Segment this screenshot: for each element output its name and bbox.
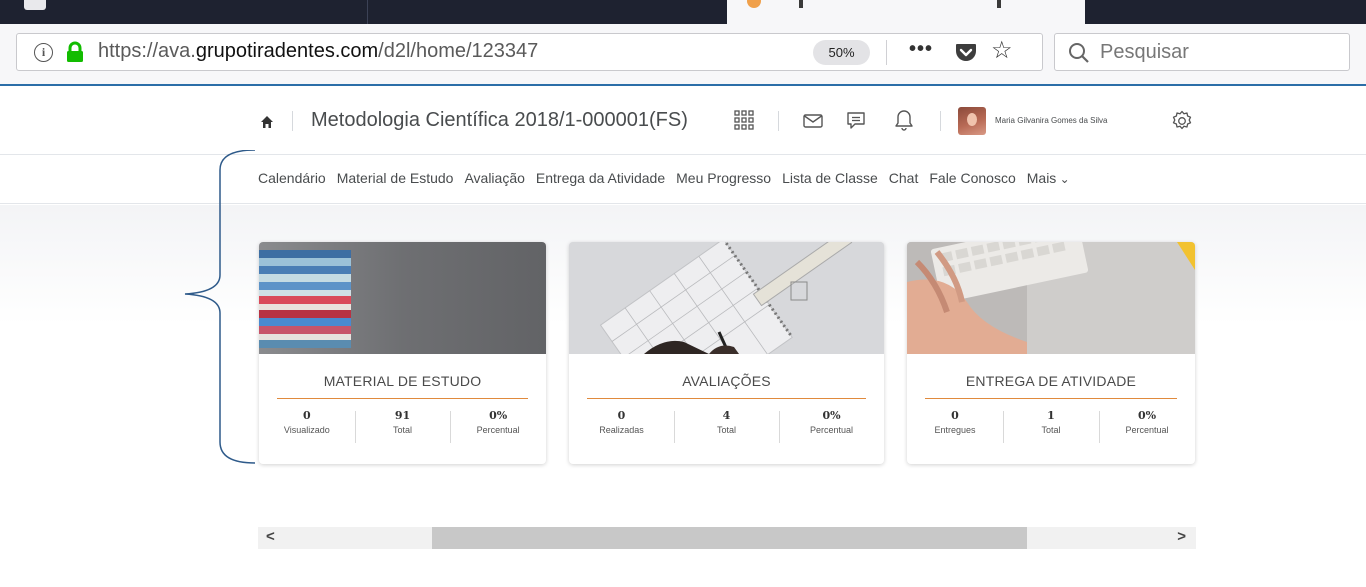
- course-title[interactable]: Metodologia Científica 2018/1-000001(FS): [311, 109, 688, 132]
- browser-tab[interactable]: [1087, 0, 1366, 24]
- nav-item-chat[interactable]: Chat: [889, 170, 919, 186]
- stat-percent: 0% Percentual: [450, 409, 546, 453]
- scroll-left-arrow-icon[interactable]: <: [266, 528, 275, 545]
- home-icon[interactable]: [260, 115, 274, 129]
- user-name[interactable]: Maria Gilvanira Gomes da Silva: [995, 116, 1107, 125]
- stat-label: Percentual: [1125, 425, 1169, 435]
- stat-percent: 0% Percentual: [1099, 409, 1195, 453]
- stat-value: 91: [394, 409, 411, 422]
- bookmark-star-icon[interactable]: ☆: [991, 39, 1013, 63]
- nav-item-lista-de-classe[interactable]: Lista de Classe: [782, 170, 878, 186]
- notebook-image: [569, 242, 884, 354]
- nav-item-avaliacao[interactable]: Avaliação: [464, 170, 524, 186]
- mail-icon[interactable]: [803, 114, 823, 128]
- card-title: AVALIAÇÕES: [682, 373, 771, 389]
- stat-value: 0%: [1137, 409, 1157, 422]
- tab-favicon: [24, 0, 46, 10]
- stat-label: Visualizado: [283, 425, 330, 435]
- stat-viewed: 0 Visualizado: [259, 409, 355, 453]
- nav-item-entrega-da-atividade[interactable]: Entrega da Atividade: [536, 170, 665, 186]
- course-selector-grid-icon[interactable]: [734, 110, 754, 130]
- browser-toolbar: i https://ava.grupotiradentes.com/d2l/ho…: [0, 24, 1366, 86]
- stat-value: 0%: [822, 409, 841, 422]
- gear-icon[interactable]: [1170, 109, 1194, 133]
- browser-tab-strip: [0, 0, 1366, 24]
- divider: [778, 111, 779, 131]
- nav-item-calendario[interactable]: Calendário: [258, 170, 326, 186]
- stat-value: 0%: [489, 409, 508, 422]
- card-title: ENTREGA DE ATIVIDADE: [965, 373, 1137, 389]
- bell-icon[interactable]: [894, 109, 914, 131]
- card-stats: 0 Entregues 1 Total 0% Percentual: [907, 409, 1195, 453]
- stat-total: 91 Total: [354, 409, 451, 453]
- stat-value: 0: [617, 409, 626, 422]
- browser-tab-active[interactable]: [727, 0, 1085, 24]
- divider: [940, 111, 941, 131]
- books-image: [259, 242, 546, 354]
- stat-label: Percentual: [476, 425, 520, 435]
- stat-label: Total: [393, 425, 413, 435]
- pocket-icon[interactable]: [955, 41, 977, 63]
- stat-value: 0: [951, 409, 959, 422]
- stat-total: 1 Total: [1003, 409, 1099, 453]
- card-entrega-de-atividade[interactable]: ENTREGA DE ATIVIDADE 0 Entregues 1 Total…: [907, 242, 1195, 464]
- zoom-indicator[interactable]: 50%: [813, 40, 870, 65]
- stat-value: 0: [303, 409, 311, 422]
- keyboard-hand-image: [907, 242, 1195, 354]
- avatar[interactable]: [958, 107, 986, 135]
- card-stats: 0 Visualizado 91 Total 0% Percentual: [259, 409, 546, 453]
- nav-item-meu-progresso[interactable]: Meu Progresso: [676, 170, 771, 186]
- url-path: /d2l/home/123347: [378, 40, 539, 62]
- card-avaliacoes[interactable]: AVALIAÇÕES 0 Realizadas 4 Total 0% Perce…: [569, 242, 884, 464]
- scroll-right-arrow-icon[interactable]: >: [1177, 528, 1186, 545]
- card-title: MATERIAL DE ESTUDO: [323, 373, 482, 389]
- search-input[interactable]: Pesquisar: [1054, 33, 1350, 71]
- lock-icon[interactable]: [65, 41, 85, 63]
- search-icon: [1069, 43, 1089, 63]
- url-host: grupotiradentes.com: [195, 40, 379, 62]
- page: i https://ava.grupotiradentes.com/d2l/ho…: [0, 0, 1366, 587]
- course-header: Metodologia Científica 2018/1-000001(FS)…: [0, 88, 1366, 155]
- stat-value: 4: [722, 409, 731, 422]
- nav-item-mais[interactable]: Mais: [1027, 170, 1070, 186]
- nav-item-material-de-estudo[interactable]: Material de Estudo: [337, 170, 454, 186]
- url-text[interactable]: https://ava.grupotiradentes.com/d2l/home…: [98, 40, 538, 63]
- info-icon[interactable]: i: [34, 43, 53, 62]
- stat-value: 1: [1047, 409, 1055, 422]
- stat-label: Total: [716, 425, 736, 435]
- curly-bracket-annotation: [184, 150, 256, 464]
- stat-label: Entregues: [934, 425, 976, 435]
- url-prefix: https://ava.: [98, 40, 196, 62]
- nav-item-fale-conosco[interactable]: Fale Conosco: [929, 170, 1015, 186]
- card-divider: [277, 398, 528, 399]
- card-divider: [587, 398, 866, 399]
- search-placeholder: Pesquisar: [1100, 41, 1189, 63]
- card-material-de-estudo[interactable]: MATERIAL DE ESTUDO 0 Visualizado 91 Tota…: [259, 242, 546, 464]
- card-stats: 0 Realizadas 4 Total 0% Percentual: [569, 409, 884, 453]
- chat-icon[interactable]: [845, 110, 867, 132]
- tab-favicon: [747, 0, 761, 8]
- scrollbar-thumb[interactable]: [432, 527, 1027, 549]
- avatar-face: [967, 113, 977, 126]
- tab-title-fragment: [997, 0, 1001, 8]
- card-divider: [925, 398, 1177, 399]
- browser-tab[interactable]: [0, 0, 368, 24]
- stat-label: Realizadas: [599, 425, 644, 435]
- stat-percent: 0% Percentual: [779, 409, 884, 453]
- stat-label: Total: [1041, 425, 1061, 435]
- page-actions-menu-icon[interactable]: •••: [909, 38, 933, 61]
- stat-total: 4 Total: [674, 409, 779, 453]
- browser-tab[interactable]: [369, 0, 727, 24]
- divider: [886, 40, 887, 65]
- stat-submitted: 0 Entregues: [907, 409, 1003, 453]
- divider: [292, 111, 293, 131]
- stat-completed: 0 Realizadas: [569, 409, 674, 453]
- url-bar[interactable]: i https://ava.grupotiradentes.com/d2l/ho…: [16, 33, 1043, 71]
- horizontal-scrollbar[interactable]: < >: [258, 527, 1196, 549]
- stat-label: Percentual: [809, 425, 854, 435]
- tab-title-fragment: [799, 0, 803, 8]
- nav-links: Calendário Material de Estudo Avaliação …: [258, 170, 1081, 186]
